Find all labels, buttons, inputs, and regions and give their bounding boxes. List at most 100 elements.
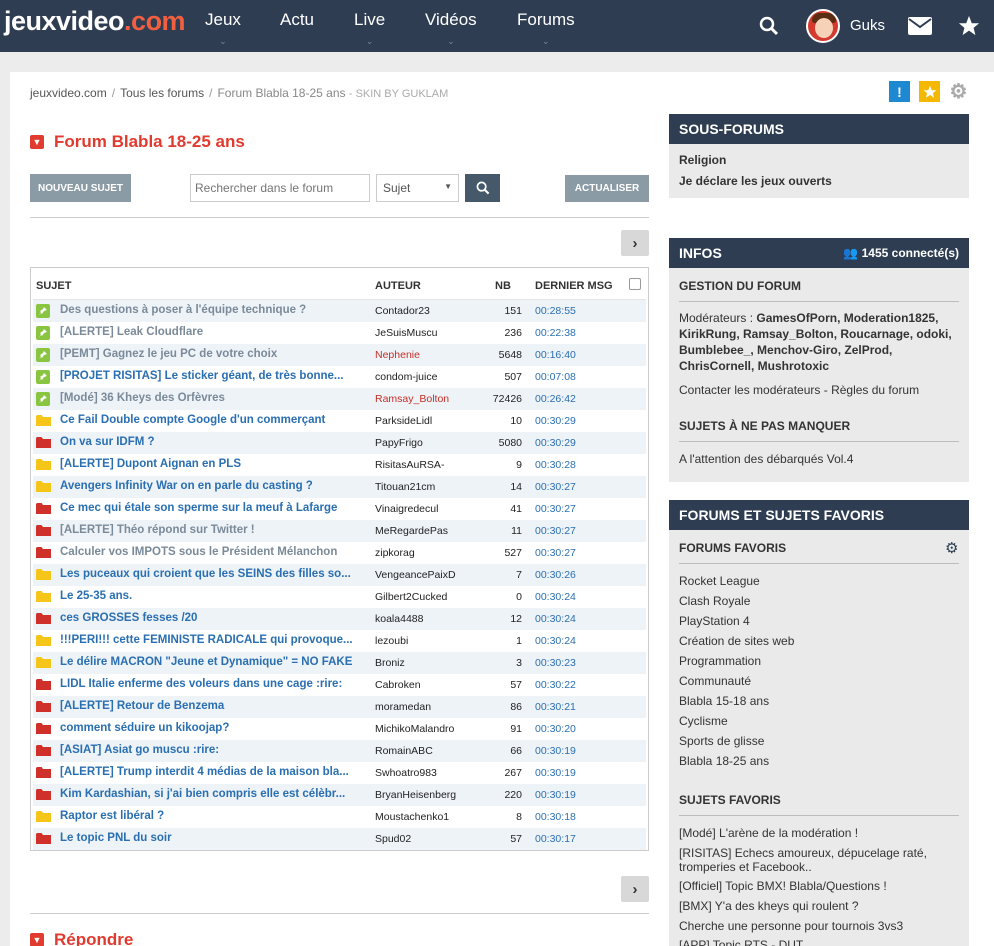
topic-title-link[interactable]: Le délire MACRON "Jeune et Dynamique" = …	[60, 656, 360, 668]
topic-author[interactable]: Vinaigredecul	[375, 503, 438, 515]
topic-author[interactable]: Ramsay_Bolton	[375, 393, 449, 405]
topic-author[interactable]: koala4488	[375, 613, 423, 625]
table-row[interactable]: Le topic PNL du soir Spud02 57 00:30:17	[33, 828, 646, 850]
col-subject[interactable]: SUJET	[36, 280, 71, 292]
dont-miss-link[interactable]: A l'attention des débarqués Vol.4	[679, 452, 853, 466]
table-row[interactable]: [ALERTE] Retour de Benzema moramedan 86 00:…	[33, 696, 646, 718]
topic-author[interactable]: BryanHeisenberg	[375, 789, 456, 801]
topic-title-link[interactable]: Ce Fail Double compte Google d'un commer…	[60, 414, 360, 426]
topic-last-message-time[interactable]: 00:30:27	[535, 481, 576, 493]
topic-last-message-time[interactable]: 00:22:38	[535, 327, 576, 339]
favorite-forum-link[interactable]: PlayStation 4	[679, 614, 750, 628]
alert-icon[interactable]: !	[889, 81, 910, 102]
breadcrumb-forums[interactable]: Tous les forums	[120, 86, 204, 100]
col-author[interactable]: AUTEUR	[375, 280, 421, 292]
topic-title-link[interactable]: Raptor est libéral ?	[60, 810, 360, 822]
favorite-topic-link[interactable]: [BMX] Y'a des kheys qui roulent ?	[679, 899, 964, 913]
topic-title-link[interactable]: [ALERTE] Théo répond sur Twitter !	[60, 524, 360, 536]
topic-last-message-time[interactable]: 00:26:42	[535, 393, 576, 405]
topic-author[interactable]: VengeancePaixD	[375, 569, 456, 581]
topic-author[interactable]: Moustachenko1	[375, 811, 449, 823]
favorite-star-icon[interactable]	[919, 81, 940, 102]
favorite-topic-link[interactable]: [Officiel] Topic BMX! Blabla/Questions !	[679, 879, 964, 893]
topic-last-message-time[interactable]: 00:30:22	[535, 679, 576, 691]
topic-author[interactable]: Contador23	[375, 305, 430, 317]
topic-title-link[interactable]: [Modé] 36 Kheys des Orfèvres	[60, 392, 360, 404]
favorite-forum-link[interactable]: Communauté	[679, 674, 751, 688]
topic-title-link[interactable]: Avengers Infinity War on en parle du cas…	[60, 480, 360, 492]
table-row[interactable]: [PEMT] Gagnez le jeu PC de votre choix Ne…	[33, 344, 646, 366]
topic-title-link[interactable]: [ALERTE] Trump interdit 4 médias de la m…	[60, 766, 360, 778]
topic-last-message-time[interactable]: 00:30:19	[535, 767, 576, 779]
topic-last-message-time[interactable]: 00:30:27	[535, 503, 576, 515]
table-row[interactable]: !!!PERI!!! cette FEMINISTE RADICALE qui …	[33, 630, 646, 652]
favorite-forum-link[interactable]: Rocket League	[679, 574, 760, 588]
new-topic-button[interactable]: NOUVEAU SUJET	[30, 174, 131, 202]
table-row[interactable]: comment séduire un kikoojap? MichikoMalan…	[33, 718, 646, 740]
favorite-forum-link[interactable]: Création de sites web	[679, 634, 794, 648]
nav-actu[interactable]: Actu	[280, 10, 314, 30]
topic-last-message-time[interactable]: 00:07:08	[535, 371, 576, 383]
nav-videos[interactable]: Vidéos ⌄	[425, 10, 477, 46]
contact-moderators-link[interactable]: Contacter les modérateurs - Règles du fo…	[679, 383, 919, 397]
topic-last-message-time[interactable]: 00:30:21	[535, 701, 576, 713]
table-row[interactable]: [Modé] 36 Kheys des Orfèvres Ramsay_Bolto…	[33, 388, 646, 410]
favorite-topic-link[interactable]: Cherche une personne pour tournois 3vs3	[679, 919, 964, 933]
search-button[interactable]	[465, 174, 500, 202]
topic-author[interactable]: condom-juice	[375, 371, 437, 383]
nav-forums[interactable]: Forums ⌄	[517, 10, 575, 46]
mail-icon[interactable]	[906, 0, 934, 52]
settings-gear-icon[interactable]: ⚙	[948, 81, 969, 103]
col-count[interactable]: NB	[495, 280, 511, 292]
topic-last-message-time[interactable]: 00:30:27	[535, 525, 576, 537]
topic-author[interactable]: Cabroken	[375, 679, 421, 691]
topic-last-message-time[interactable]: 00:30:19	[535, 789, 576, 801]
favorite-forum-link[interactable]: Sports de glisse	[679, 734, 764, 748]
topic-title-link[interactable]: Ce mec qui étale son sperme sur la meuf …	[60, 502, 360, 514]
collapse-chevron-icon[interactable]: ▼	[30, 135, 44, 149]
topic-title-link[interactable]: [ALERTE] Retour de Benzema	[60, 700, 360, 712]
topic-title-link[interactable]: Kim Kardashian, si j'ai bien compris ell…	[60, 788, 360, 800]
topic-title-link[interactable]: Le 25-35 ans.	[60, 590, 360, 602]
next-page-button-bottom[interactable]: ›	[621, 876, 649, 902]
topic-author[interactable]: MeRegardePas	[375, 525, 448, 537]
table-row[interactable]: [ALERTE] Trump interdit 4 médias de la m…	[33, 762, 646, 784]
topic-last-message-time[interactable]: 00:30:26	[535, 569, 576, 581]
topic-title-link[interactable]: Le topic PNL du soir	[60, 832, 360, 844]
site-logo[interactable]: jeuxvideo.com	[4, 6, 186, 37]
topic-title-link[interactable]: comment séduire un kikoojap?	[60, 722, 360, 734]
topic-author[interactable]: Spud02	[375, 833, 411, 845]
table-row[interactable]: Calculer vos IMPOTS sous le Président Mé…	[33, 542, 646, 564]
topic-title-link[interactable]: [ALERTE] Leak Cloudflare	[60, 326, 360, 338]
topic-last-message-time[interactable]: 00:30:24	[535, 591, 576, 603]
topic-title-link[interactable]: LIDL Italie enferme des voleurs dans une…	[60, 678, 360, 690]
topic-author[interactable]: RisitasAuRSA-	[375, 459, 444, 471]
table-row[interactable]: [ASIAT] Asiat go muscu :rire: RomainABC 66…	[33, 740, 646, 762]
topic-author[interactable]: moramedan	[375, 701, 431, 713]
topic-author[interactable]: JeSuisMuscu	[375, 327, 437, 339]
subforum-link[interactable]: Religion	[679, 153, 726, 167]
favorite-topic-link[interactable]: [RISITAS] Echecs amoureux, dépucelage ra…	[679, 846, 964, 874]
col-last-message[interactable]: DERNIER MSG	[535, 280, 613, 292]
topic-last-message-time[interactable]: 00:30:24	[535, 635, 576, 647]
topic-author[interactable]: Nephenie	[375, 349, 420, 361]
favorite-forum-link[interactable]: Blabla 15-18 ans	[679, 694, 769, 708]
topic-title-link[interactable]: [ASIAT] Asiat go muscu :rire:	[60, 744, 360, 756]
avatar[interactable]	[806, 9, 840, 43]
favorite-topic-link[interactable]: [APP] Topic RTS - DUT	[679, 938, 964, 946]
nav-live[interactable]: Live ⌄	[354, 10, 385, 46]
topic-author[interactable]: RomainABC	[375, 745, 433, 757]
table-row[interactable]: Le 25-35 ans. Gilbert2Cucked 0 00:30:24	[33, 586, 646, 608]
table-row[interactable]: Le délire MACRON "Jeune et Dynamique" = …	[33, 652, 646, 674]
topic-title-link[interactable]: ces GROSSES fesses /20	[60, 612, 360, 624]
topic-author[interactable]: ParksideLidl	[375, 415, 432, 427]
topic-author[interactable]: zipkorag	[375, 547, 415, 559]
topic-last-message-time[interactable]: 00:30:18	[535, 811, 576, 823]
topic-last-message-time[interactable]: 00:30:29	[535, 437, 576, 449]
subforum-link[interactable]: Je déclare les jeux ouverts	[679, 174, 832, 188]
table-row[interactable]: On va sur IDFM ? PapyFrigo 5080 00:30:29	[33, 432, 646, 454]
search-scope-select[interactable]: Sujet ▼	[376, 174, 459, 202]
topic-title-link[interactable]: Des questions à poser à l'équipe techniq…	[60, 304, 360, 316]
table-row[interactable]: Kim Kardashian, si j'ai bien compris ell…	[33, 784, 646, 806]
table-row[interactable]: Des questions à poser à l'équipe techniq…	[33, 300, 646, 322]
